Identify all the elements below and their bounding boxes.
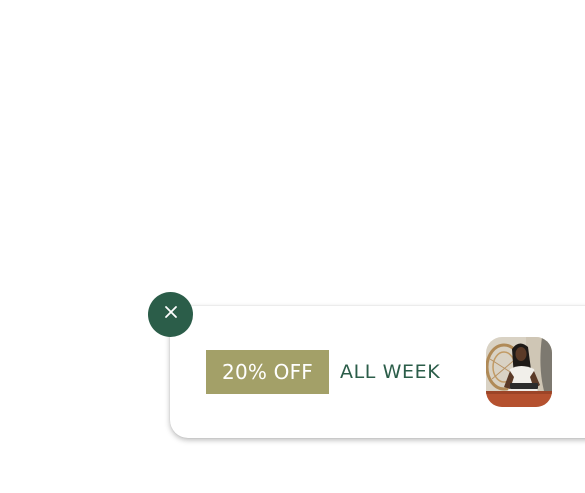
close-button[interactable] xyxy=(148,292,193,337)
discount-badge: 20% OFF xyxy=(206,350,329,394)
close-icon xyxy=(164,305,178,324)
promo-message: ALL WEEK xyxy=(340,361,441,383)
product-thumbnail[interactable] xyxy=(486,337,552,407)
woman-with-laptop-photo-icon xyxy=(486,337,552,407)
